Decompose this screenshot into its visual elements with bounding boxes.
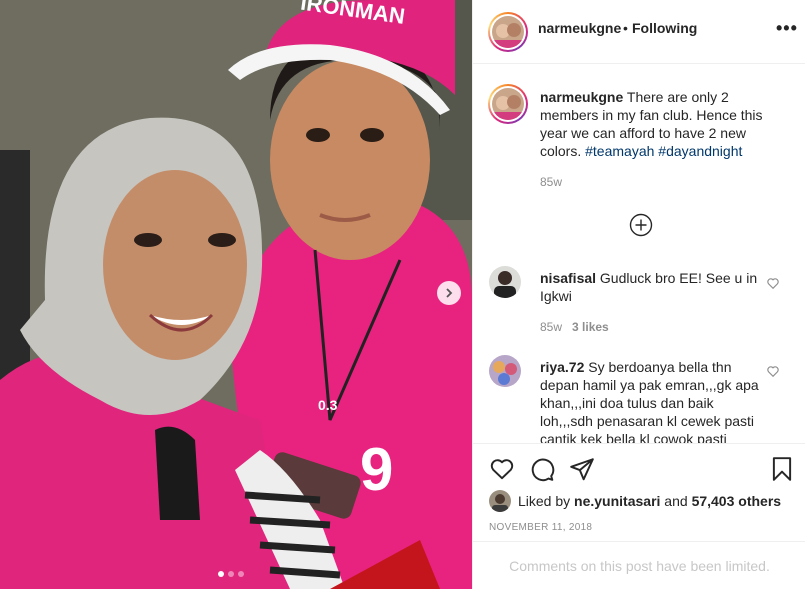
post-photo[interactable]: IRONMAN 0.3 9 <box>0 0 472 589</box>
commenter-avatar[interactable] <box>489 355 521 387</box>
liker-avatar[interactable] <box>489 490 511 512</box>
comment-meta: 85w 3 likes <box>540 320 609 334</box>
comment-body: riya.72 Sy berdoanya bella thn depan ham… <box>540 358 760 443</box>
avatar-image <box>489 355 521 387</box>
avatar-image <box>492 88 524 120</box>
commenter-avatar[interactable] <box>489 266 521 298</box>
svg-text:0.3: 0.3 <box>318 397 338 413</box>
hashtag-link[interactable]: #teamayah <box>585 143 654 159</box>
like-heart-icon[interactable] <box>489 456 515 482</box>
likes-prefix: Liked by <box>518 493 575 509</box>
post-sidebar: narmeukgne • Following ••• narmeukgne Th… <box>472 0 805 589</box>
next-photo-button[interactable] <box>437 281 461 305</box>
author-username[interactable]: narmeukgne <box>538 20 621 36</box>
likes-middle: and <box>660 493 692 509</box>
liker-username[interactable]: ne.yunitasari <box>574 493 660 509</box>
post-date[interactable]: NOVEMBER 11, 2018 <box>489 522 592 533</box>
comment-body: nisafisal Gudluck bro EE! See u in Igkwi <box>540 269 760 305</box>
load-more-comments-icon[interactable] <box>629 213 653 237</box>
hashtag-link[interactable]: #dayandnight <box>658 143 742 159</box>
likes-summary: Liked by ne.yunitasari and 57,403 others <box>518 493 781 509</box>
comment-username[interactable]: riya.72 <box>540 359 584 375</box>
heart-icon[interactable] <box>766 276 780 290</box>
author-avatar[interactable] <box>488 12 528 52</box>
chevron-right-icon <box>446 288 453 298</box>
following-button[interactable]: Following <box>632 20 697 36</box>
comment-icon[interactable] <box>529 456 555 482</box>
avatar-image <box>492 16 524 48</box>
avatar-image <box>489 490 511 512</box>
heart-icon[interactable] <box>766 364 780 378</box>
post-caption: narmeukgne There are only 2 members in m… <box>540 88 770 160</box>
carousel-indicator <box>218 571 244 577</box>
post-actions: Liked by ne.yunitasari and 57,403 others… <box>473 443 805 589</box>
selfie-image: IRONMAN 0.3 9 <box>0 0 472 589</box>
carousel-dot <box>238 571 244 577</box>
share-icon[interactable] <box>569 456 595 482</box>
more-options-icon[interactable]: ••• <box>776 18 798 39</box>
likes-count[interactable]: 57,403 others <box>692 493 782 509</box>
comment-likes[interactable]: 3 likes <box>572 320 609 334</box>
separator-dot: • <box>623 20 628 36</box>
caption-username[interactable]: narmeukgne <box>540 89 623 105</box>
caption-timestamp[interactable]: 85w <box>540 175 562 189</box>
svg-text:9: 9 <box>360 436 393 503</box>
carousel-dot-active <box>218 571 224 577</box>
save-bookmark-icon[interactable] <box>769 456 795 482</box>
comments-limited-notice: Comments on this post have been limited. <box>473 541 805 589</box>
avatar-image <box>489 266 521 298</box>
carousel-dot <box>228 571 234 577</box>
comment-username[interactable]: nisafisal <box>540 270 596 286</box>
post-header: narmeukgne • Following ••• <box>473 0 805 64</box>
caption-avatar[interactable] <box>488 84 528 124</box>
comment-timestamp[interactable]: 85w <box>540 320 562 334</box>
comments-list[interactable]: narmeukgne There are only 2 members in m… <box>473 64 805 443</box>
